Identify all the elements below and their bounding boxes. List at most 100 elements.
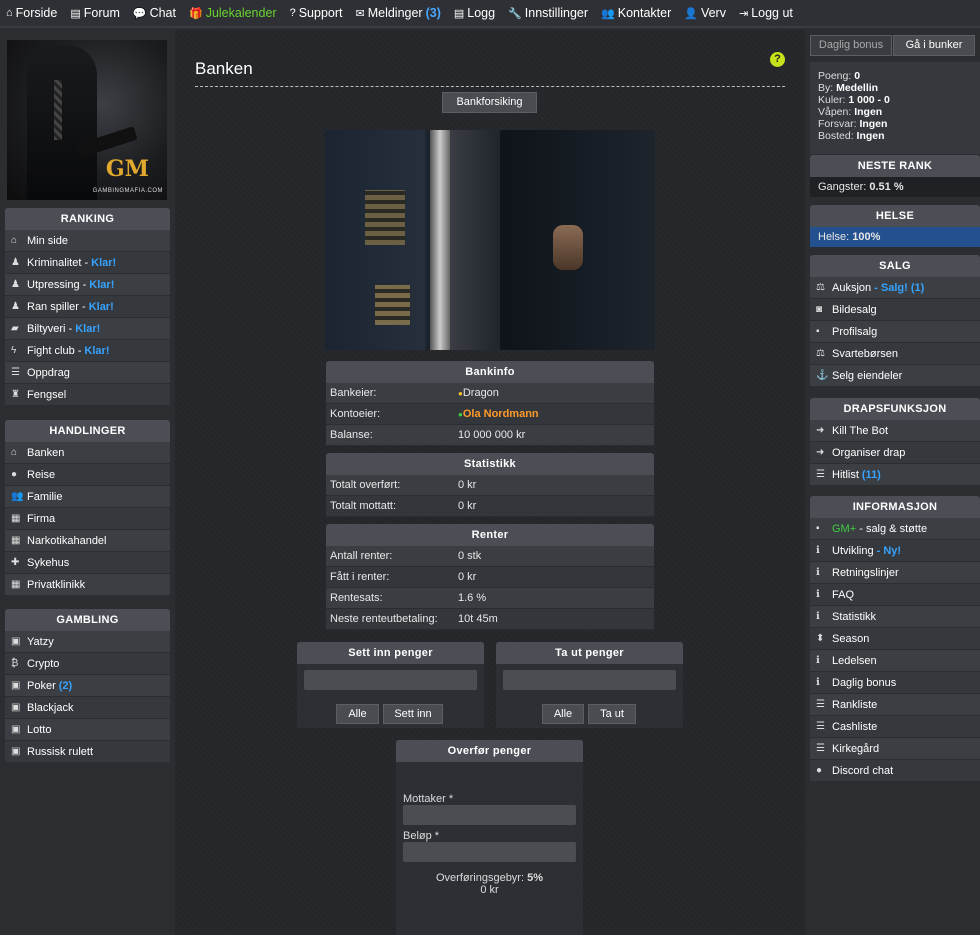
menu-label: Utpressing - <box>27 278 87 291</box>
menu-blackjack[interactable]: ▣ Blackjack <box>5 697 170 719</box>
withdraw-all-button[interactable]: Alle <box>542 704 584 724</box>
nav-support[interactable]: ? Support <box>290 6 343 20</box>
menu-label: Utvikling <box>832 544 874 557</box>
menu-kriminalitet[interactable]: ♟ Kriminalitet - Klar! <box>5 252 170 274</box>
recipient-label: Mottaker * <box>403 793 454 805</box>
rank-value: 0.51 % <box>869 181 904 193</box>
menu-statistikk[interactable]: ℹ Statistikk <box>810 606 980 628</box>
menu-familie[interactable]: 👥 Familie <box>5 486 170 508</box>
menu-organiser-drap[interactable]: ➜ Organiser drap <box>810 442 980 464</box>
menu-russisk-rulett[interactable]: ▣ Russisk rulett <box>5 741 170 763</box>
menu-privatklinikk[interactable]: ▦ Privatklinikk <box>5 574 170 596</box>
menu-yatzy[interactable]: ▣ Yatzy <box>5 631 170 653</box>
menu-crypto[interactable]: ₿ Crypto <box>5 653 170 675</box>
nav-kontakter[interactable]: 👥 Kontakter <box>601 6 671 20</box>
menu-label: Profilsalg <box>832 325 878 338</box>
table-title: Statistikk <box>326 453 654 475</box>
menu-kill-the-bot[interactable]: ➜ Kill The Bot <box>810 420 980 442</box>
menu-bildesalg[interactable]: ◙ Bildesalg <box>810 299 980 321</box>
menu-daglig-bonus[interactable]: ℹ Daglig bonus <box>810 672 980 694</box>
menu-ran-spiller[interactable]: ♟ Ran spiller - Klar! <box>5 296 170 318</box>
menu-fight-club[interactable]: ϟ Fight club - Klar! <box>5 340 170 362</box>
nav-label: Kontakter <box>617 6 672 20</box>
list-icon: ☰ <box>816 698 825 710</box>
menu-lotto[interactable]: ▣ Lotto <box>5 719 170 741</box>
daily-bonus-button[interactable]: Daglig bonus <box>810 35 892 56</box>
stat-key: Forsvar: <box>818 118 857 130</box>
menu-auksjon[interactable]: ⚖ Auksjon - Salg! (1) <box>810 277 980 299</box>
envelope-icon: ✉ <box>355 7 365 20</box>
menu-discord-chat[interactable]: ● Discord chat <box>810 760 980 782</box>
menu-firma[interactable]: ▦ Firma <box>5 508 170 530</box>
vault-door <box>450 130 500 350</box>
menu-reise[interactable]: ● Reise <box>5 464 170 486</box>
handlinger-panel: HANDLINGER ⌂ Banken ● Reise 👥 Familie ▦ Firm… <box>5 420 170 596</box>
poker-count: (2) <box>58 679 73 692</box>
menu-gm-plus[interactable]: ▪ GM+ - salg & støtte <box>810 518 980 540</box>
menu-utpressing[interactable]: ♟ Utpressing - Klar! <box>5 274 170 296</box>
help-icon[interactable]: ? <box>770 52 785 67</box>
message-count-badge: (3) <box>425 6 441 20</box>
nav-forum[interactable]: ▤ Forum <box>70 6 120 20</box>
money-icon: ▣ <box>11 679 21 691</box>
menu-label: Cashliste <box>832 720 878 733</box>
menu-biltyveri[interactable]: ▰ Biltyveri - Klar! <box>5 318 170 340</box>
auction-badge: - Salg! (1) <box>874 281 925 294</box>
health-bar: Helse: 100% <box>810 227 980 247</box>
health-label: Helse: <box>818 231 850 243</box>
neste-rank-panel: NESTE RANK Gangster: 0.51 % <box>810 155 980 197</box>
deposit-all-button[interactable]: Alle <box>336 704 379 724</box>
menu-fengsel[interactable]: ♜ Fengsel <box>5 384 170 406</box>
deposit-amount-input[interactable] <box>304 670 477 690</box>
menu-hitlist[interactable]: ☰ Hitlist (11) <box>810 464 980 486</box>
menu-oppdrag[interactable]: ☰ Oppdrag <box>5 362 170 384</box>
menu-svartebørsen[interactable]: ⚖ Svartebørsen <box>810 343 980 365</box>
ranking-panel: RANKING ⌂ Min side ♟ Kriminalitet - Klar! ♟… <box>5 208 170 406</box>
menu-retningslinjer[interactable]: ℹ Retningslinjer <box>810 562 980 584</box>
menu-poker[interactable]: ▣ Poker (2) <box>5 675 170 697</box>
site-logo[interactable]: GM GAMBINGMAFIA.COM <box>7 40 167 200</box>
withdraw-submit-button[interactable]: Ta ut <box>588 704 636 724</box>
table-row: Totalt mottatt: 0 kr <box>326 496 654 517</box>
menu-profilsalg[interactable]: ▪ Profilsalg <box>810 321 980 343</box>
deposit-submit-button[interactable]: Sett inn <box>383 704 443 724</box>
menu-min-side[interactable]: ⌂ Min side <box>5 230 170 252</box>
menu-season[interactable]: ⬍ Season <box>810 628 980 650</box>
panel-title: RANKING <box>5 208 170 230</box>
nav-verv[interactable]: 👤 Verv <box>684 6 726 20</box>
stat-poeng: Poeng: 0 <box>818 70 972 82</box>
menu-selg-eiendeler[interactable]: ⚓ Selg eiendeler <box>810 365 980 387</box>
account-owner[interactable]: Ola Nordmann <box>463 408 539 420</box>
menu-faq[interactable]: ℹ FAQ <box>810 584 980 606</box>
menu-kirkegard[interactable]: ☰ Kirkegård <box>810 738 980 760</box>
nav-forside[interactable]: ⌂ Forside <box>6 6 57 20</box>
nav-chat[interactable]: 💬 Chat <box>133 6 176 20</box>
menu-label: Retningslinjer <box>832 566 899 579</box>
menu-cashliste[interactable]: ☰ Cashliste <box>810 716 980 738</box>
table-row: Neste renteutbetaling: 10t 45m <box>326 609 654 630</box>
nav-meldinger[interactable]: ✉ Meldinger (3) <box>355 6 440 20</box>
nav-logg[interactable]: ▤ Logg <box>454 6 495 20</box>
bankforsikring-button[interactable]: Bankforsiking <box>442 92 537 113</box>
recipient-input[interactable] <box>403 805 576 825</box>
nav-logg-ut[interactable]: ⇥ Logg ut <box>739 6 793 20</box>
menu-label: GM+ <box>832 522 857 535</box>
menu-ledelsen[interactable]: ℹ Ledelsen <box>810 650 980 672</box>
menu-sykehus[interactable]: ✚ Sykehus <box>5 552 170 574</box>
info-icon: ℹ <box>816 544 820 556</box>
menu-label: Rankliste <box>832 698 878 711</box>
menu-narkotikahandel[interactable]: ▦ Narkotikahandel <box>5 530 170 552</box>
menu-utvikling[interactable]: ℹ Utvikling - Ny! <box>810 540 980 562</box>
menu-banken[interactable]: ⌂ Banken <box>5 442 170 464</box>
transfer-amount-input[interactable] <box>403 842 576 862</box>
person-icon: ♟ <box>11 256 20 268</box>
nav-innstillinger[interactable]: 🔧 Innstillinger <box>508 6 588 20</box>
menu-rankliste[interactable]: ☰ Rankliste <box>810 694 980 716</box>
stat-forsvar: Forsvar: Ingen <box>818 118 972 130</box>
nav-julekalender[interactable]: 🎁 Julekalender <box>189 6 277 20</box>
bank-owner[interactable]: Dragon <box>463 387 499 399</box>
withdraw-amount-input[interactable] <box>503 670 676 690</box>
money-icon: ▣ <box>11 635 21 647</box>
bunker-button[interactable]: Gå i bunker <box>893 35 975 56</box>
ready-badge: Klar! <box>88 300 114 313</box>
